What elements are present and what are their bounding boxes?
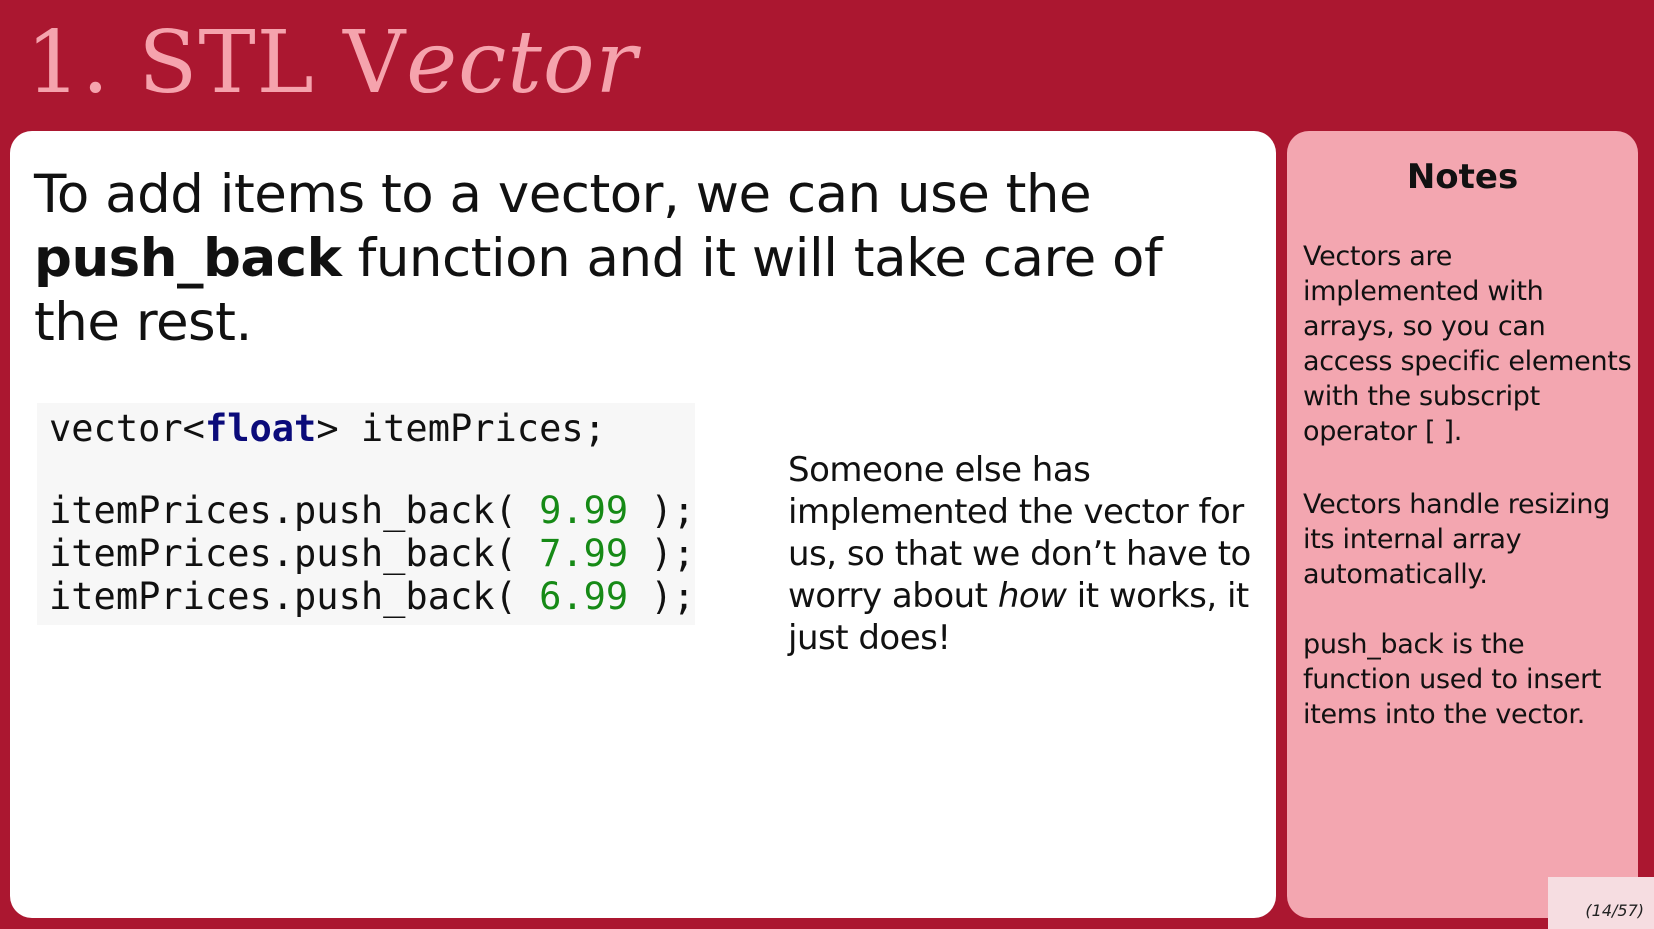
code-number: 6.99 — [539, 575, 629, 618]
code-line-call-3: itemPrices.push_back( 6.99 ); — [49, 575, 695, 619]
title-number: 1. — [26, 13, 111, 113]
code-token: ); — [628, 489, 696, 532]
intro-before: To add items to a vector, we can use the — [34, 164, 1092, 225]
code-token: itemPrices.push_back( — [49, 489, 540, 532]
code-line-call-2: itemPrices.push_back( 7.99 ); — [49, 532, 695, 576]
code-token: vector< — [49, 407, 205, 450]
code-token: itemPrices.push_back( — [49, 532, 540, 575]
code-number: 9.99 — [539, 489, 629, 532]
notes-paragraph-2: Vectors handle resizing its internal arr… — [1303, 489, 1611, 590]
code-line-declaration: vector<float> itemPrices; — [49, 407, 606, 451]
notes-paragraph-1: Vectors are implemented with arrays, so … — [1303, 241, 1632, 447]
code-line-call-1: itemPrices.push_back( 9.99 ); — [49, 489, 695, 533]
code-keyword: float — [204, 407, 317, 450]
main-content-panel: To add items to a vector, we can use the… — [10, 131, 1276, 918]
intro-text: To add items to a vector, we can use the… — [34, 163, 1234, 355]
side-note-italic: how — [997, 576, 1067, 616]
notes-paragraph-3: push_back is the function used to insert… — [1303, 629, 1602, 730]
code-token: itemPrices.push_back( — [49, 575, 540, 618]
notes-panel: Notes Vectors are implemented with array… — [1287, 131, 1638, 918]
code-token: > itemPrices; — [316, 407, 606, 450]
intro-bold: push_back — [34, 228, 342, 289]
code-block: vector<float> itemPrices; itemPrices.pus… — [37, 403, 695, 625]
title-italic: ector — [406, 13, 638, 113]
side-note-text: Someone else has implemented the vector … — [788, 449, 1258, 659]
code-number: 7.99 — [539, 532, 629, 575]
code-token: ); — [628, 532, 696, 575]
page-counter: (14/57) — [1548, 877, 1654, 929]
notes-title: Notes — [1406, 157, 1519, 197]
code-token: ); — [628, 575, 696, 618]
slide-title: 1. STL Vector — [26, 18, 638, 108]
title-plain: STL V — [138, 13, 407, 113]
